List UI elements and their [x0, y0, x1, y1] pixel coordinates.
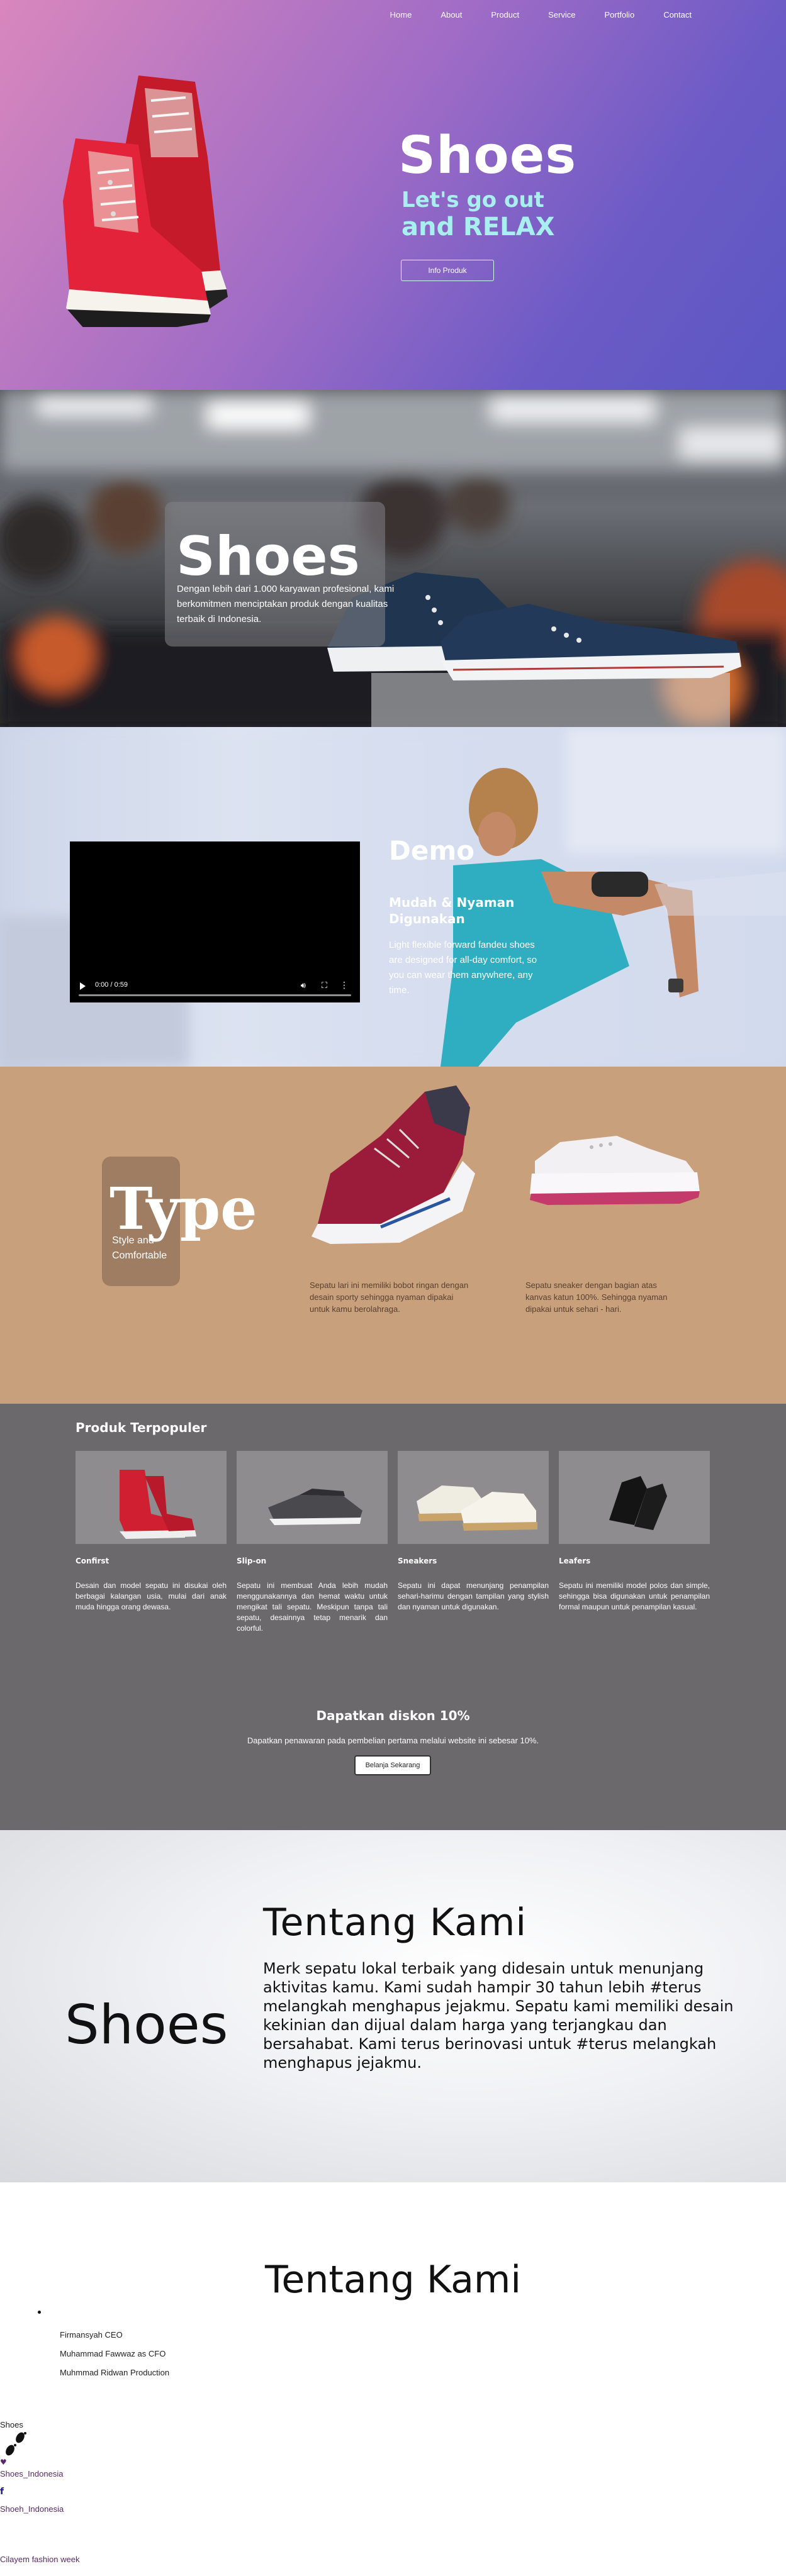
demo-section: 0:00 / 0:59 🔊︎ ⛶ ⋮ Demo Mudah & Nyaman D…	[0, 727, 786, 1067]
team-member: Muhmmad Ridwan Production	[60, 2368, 170, 2377]
white-sneaker-pair-icon	[398, 1451, 549, 1544]
nav-service[interactable]: Service	[548, 10, 575, 19]
video-controls: 0:00 / 0:59 🔊︎ ⛶ ⋮	[70, 977, 360, 1002]
running-shoe-image	[312, 1085, 475, 1244]
facebook-icon: f	[0, 2487, 4, 2497]
footer-brand: Shoes	[0, 2420, 23, 2429]
type-section: Type Style and Comfortable Sepatu lari i…	[0, 1067, 786, 1404]
red-highcut-sneaker-icon	[76, 1451, 227, 1544]
nav-home[interactable]: Home	[390, 10, 412, 19]
top-navigation: Home About Product Service Portfolio Con…	[0, 6, 786, 28]
footprints-logo-icon	[6, 2432, 26, 2456]
product-name: Confirst	[76, 1557, 109, 1565]
product-name: Leafers	[559, 1557, 591, 1565]
video-time: 0:00 / 0:59	[95, 981, 128, 989]
hero-subtitle-line2: and RELAX	[401, 213, 555, 242]
red-sneakers-image	[63, 75, 228, 327]
twitter-link[interactable]: Cilayem fashion week	[0, 2555, 79, 2564]
nav-contact[interactable]: Contact	[663, 10, 692, 19]
sneaker-description: Sepatu sneaker dengan bagian atas kanvas…	[525, 1280, 668, 1314]
demo-video-player[interactable]: 0:00 / 0:59 🔊︎ ⛶ ⋮	[70, 841, 360, 1002]
product-description: Sepatu ini dapat menunjang penampilan se…	[398, 1581, 549, 1611]
team-list: Firmansyah CEO Muhammad Fawwaz as CFO Mu…	[60, 2326, 169, 2382]
product-card-leafers[interactable]: Leafers Sepatu ini memiliki model polos …	[559, 1451, 710, 1613]
blurred-store-background	[0, 390, 786, 727]
black-loafer-pair-icon	[559, 1451, 710, 1544]
volume-icon[interactable]: 🔊︎	[301, 981, 306, 991]
more-options-icon[interactable]: ⋮	[340, 980, 349, 991]
play-icon[interactable]	[80, 982, 86, 990]
banner-title: Shoes	[176, 525, 360, 588]
product-name: Slip-on	[237, 1557, 267, 1565]
popular-products-section: Produk Terpopuler Confirst Desain dan mo…	[0, 1404, 786, 1830]
popular-heading: Produk Terpopuler	[76, 1420, 207, 1435]
product-card-sneakers[interactable]: Sneakers Sepatu ini dapat menunjang pena…	[398, 1451, 549, 1613]
info-produk-button[interactable]: Info Produk	[401, 260, 494, 281]
about-title: Tentang Kami	[263, 1901, 527, 1945]
about-section: Shoes Tentang Kami Merk sepatu lokal ter…	[0, 1830, 786, 2182]
team-member: Muhammad Fawwaz as CFO	[60, 2349, 166, 2358]
product-description: Desain dan model sepatu ini disukai oleh…	[76, 1581, 227, 1611]
hero-section: Shoes Let's go out and RELAX Info Produk	[0, 0, 786, 390]
team-title: Tentang Kami	[264, 2258, 522, 2302]
hero-title: Shoes	[398, 126, 577, 186]
team-member: Firmansyah CEO	[60, 2330, 123, 2340]
nav-links: Home About Product Service Portfolio Con…	[390, 10, 692, 19]
running-shoe-description: Sepatu lari ini memiliki bobot ringan de…	[310, 1280, 469, 1314]
demo-title: Demo	[389, 835, 474, 866]
about-brand: Shoes	[65, 1994, 228, 2057]
team-footer-section: Tentang Kami Firmansyah CEO Muhammad Faw…	[0, 2182, 786, 2576]
discount-text: Dapatkan penawaran pada pembelian pertam…	[247, 1736, 539, 1745]
shop-now-button[interactable]: Belanja Sekarang	[354, 1755, 431, 1775]
type-title: Type	[109, 1175, 257, 1243]
hero-subtitle-line1: Let's go out	[401, 187, 544, 213]
store-banner-section: Shoes Dengan lebih dari 1.000 karyawan p…	[0, 390, 786, 727]
demo-tagline: Mudah & Nyaman Digunakan	[389, 895, 515, 926]
instagram-link[interactable]: Shoes_Indonesia	[0, 2469, 63, 2479]
nav-about[interactable]: About	[441, 10, 462, 19]
nav-product[interactable]: Product	[491, 10, 519, 19]
nav-portfolio[interactable]: Portfolio	[604, 10, 634, 19]
discount-title: Dapatkan diskon 10%	[316, 1708, 470, 1723]
white-platform-sneaker-image	[530, 1136, 700, 1205]
heart-icon: ♥	[0, 2458, 7, 2467]
product-description: Sepatu ini membuat Anda lebih mudah meng…	[237, 1581, 388, 1633]
fullscreen-icon[interactable]: ⛶	[322, 981, 327, 991]
facebook-link[interactable]: Shoeh_Indonesia	[0, 2504, 64, 2514]
product-card-confirst[interactable]: Confirst Desain dan model sepatu ini dis…	[76, 1451, 227, 1613]
product-description: Sepatu ini memiliki model polos dan simp…	[559, 1581, 710, 1611]
product-name: Sneakers	[398, 1557, 437, 1565]
product-card-slipon[interactable]: Slip-on Sepatu ini membuat Anda lebih mu…	[237, 1451, 388, 1634]
grey-slipon-shoe-icon	[237, 1451, 388, 1544]
type-tagline: Style and Comfortable	[112, 1235, 167, 1261]
video-progress-bar[interactable]	[79, 994, 351, 996]
about-text: Merk sepatu lokal terbaik yang didesain …	[263, 1960, 734, 2072]
demo-description: Light flexible forward fandeu shoes are …	[389, 940, 537, 996]
list-bullet	[38, 2311, 41, 2314]
banner-description: Dengan lebih dari 1.000 karyawan profesi…	[177, 584, 395, 625]
